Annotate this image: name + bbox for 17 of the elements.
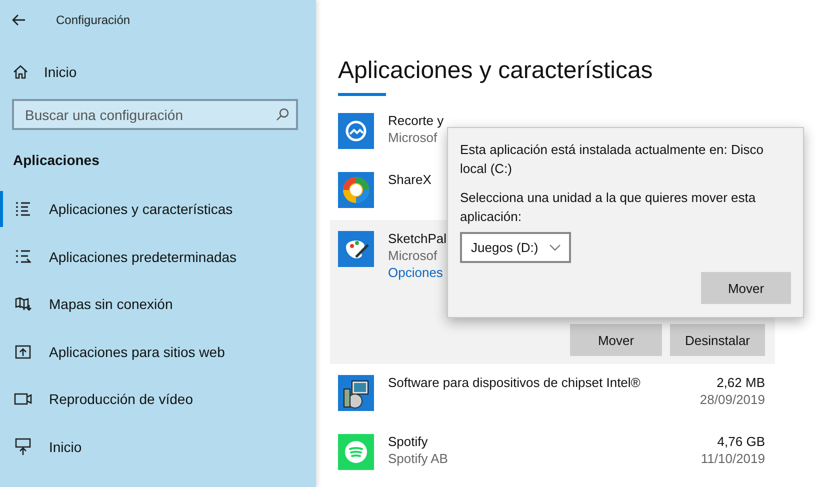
app-publisher: Microsof	[388, 248, 438, 263]
app-name: Recorte y	[388, 113, 444, 128]
drive-prompt: Selecciona una unidad a la que quieres mover esta aplicación:	[460, 189, 757, 226]
app-size: 2,62 MB	[716, 375, 765, 390]
app-date: 11/10/2019	[700, 451, 765, 466]
install-location-text: Esta aplicación está instalada actualmente en: Disco local (C:)	[460, 141, 765, 178]
app-date: 28/09/2019	[700, 392, 765, 407]
app-name: Spotify	[388, 434, 428, 449]
window-title: Configuración	[56, 13, 130, 27]
page-title: Aplicaciones y características	[338, 57, 654, 85]
app-name: Software para dispositivos de chipset Intel®	[388, 375, 640, 390]
app-size: 4,76 GB	[717, 434, 765, 449]
section-heading: Aplicaciones	[13, 152, 100, 168]
app-publisher: Microsof	[388, 130, 438, 145]
app-publisher: Spotify AB	[388, 451, 448, 466]
app-name: SketchPal	[388, 231, 447, 246]
app-name: ShareX	[388, 172, 432, 187]
